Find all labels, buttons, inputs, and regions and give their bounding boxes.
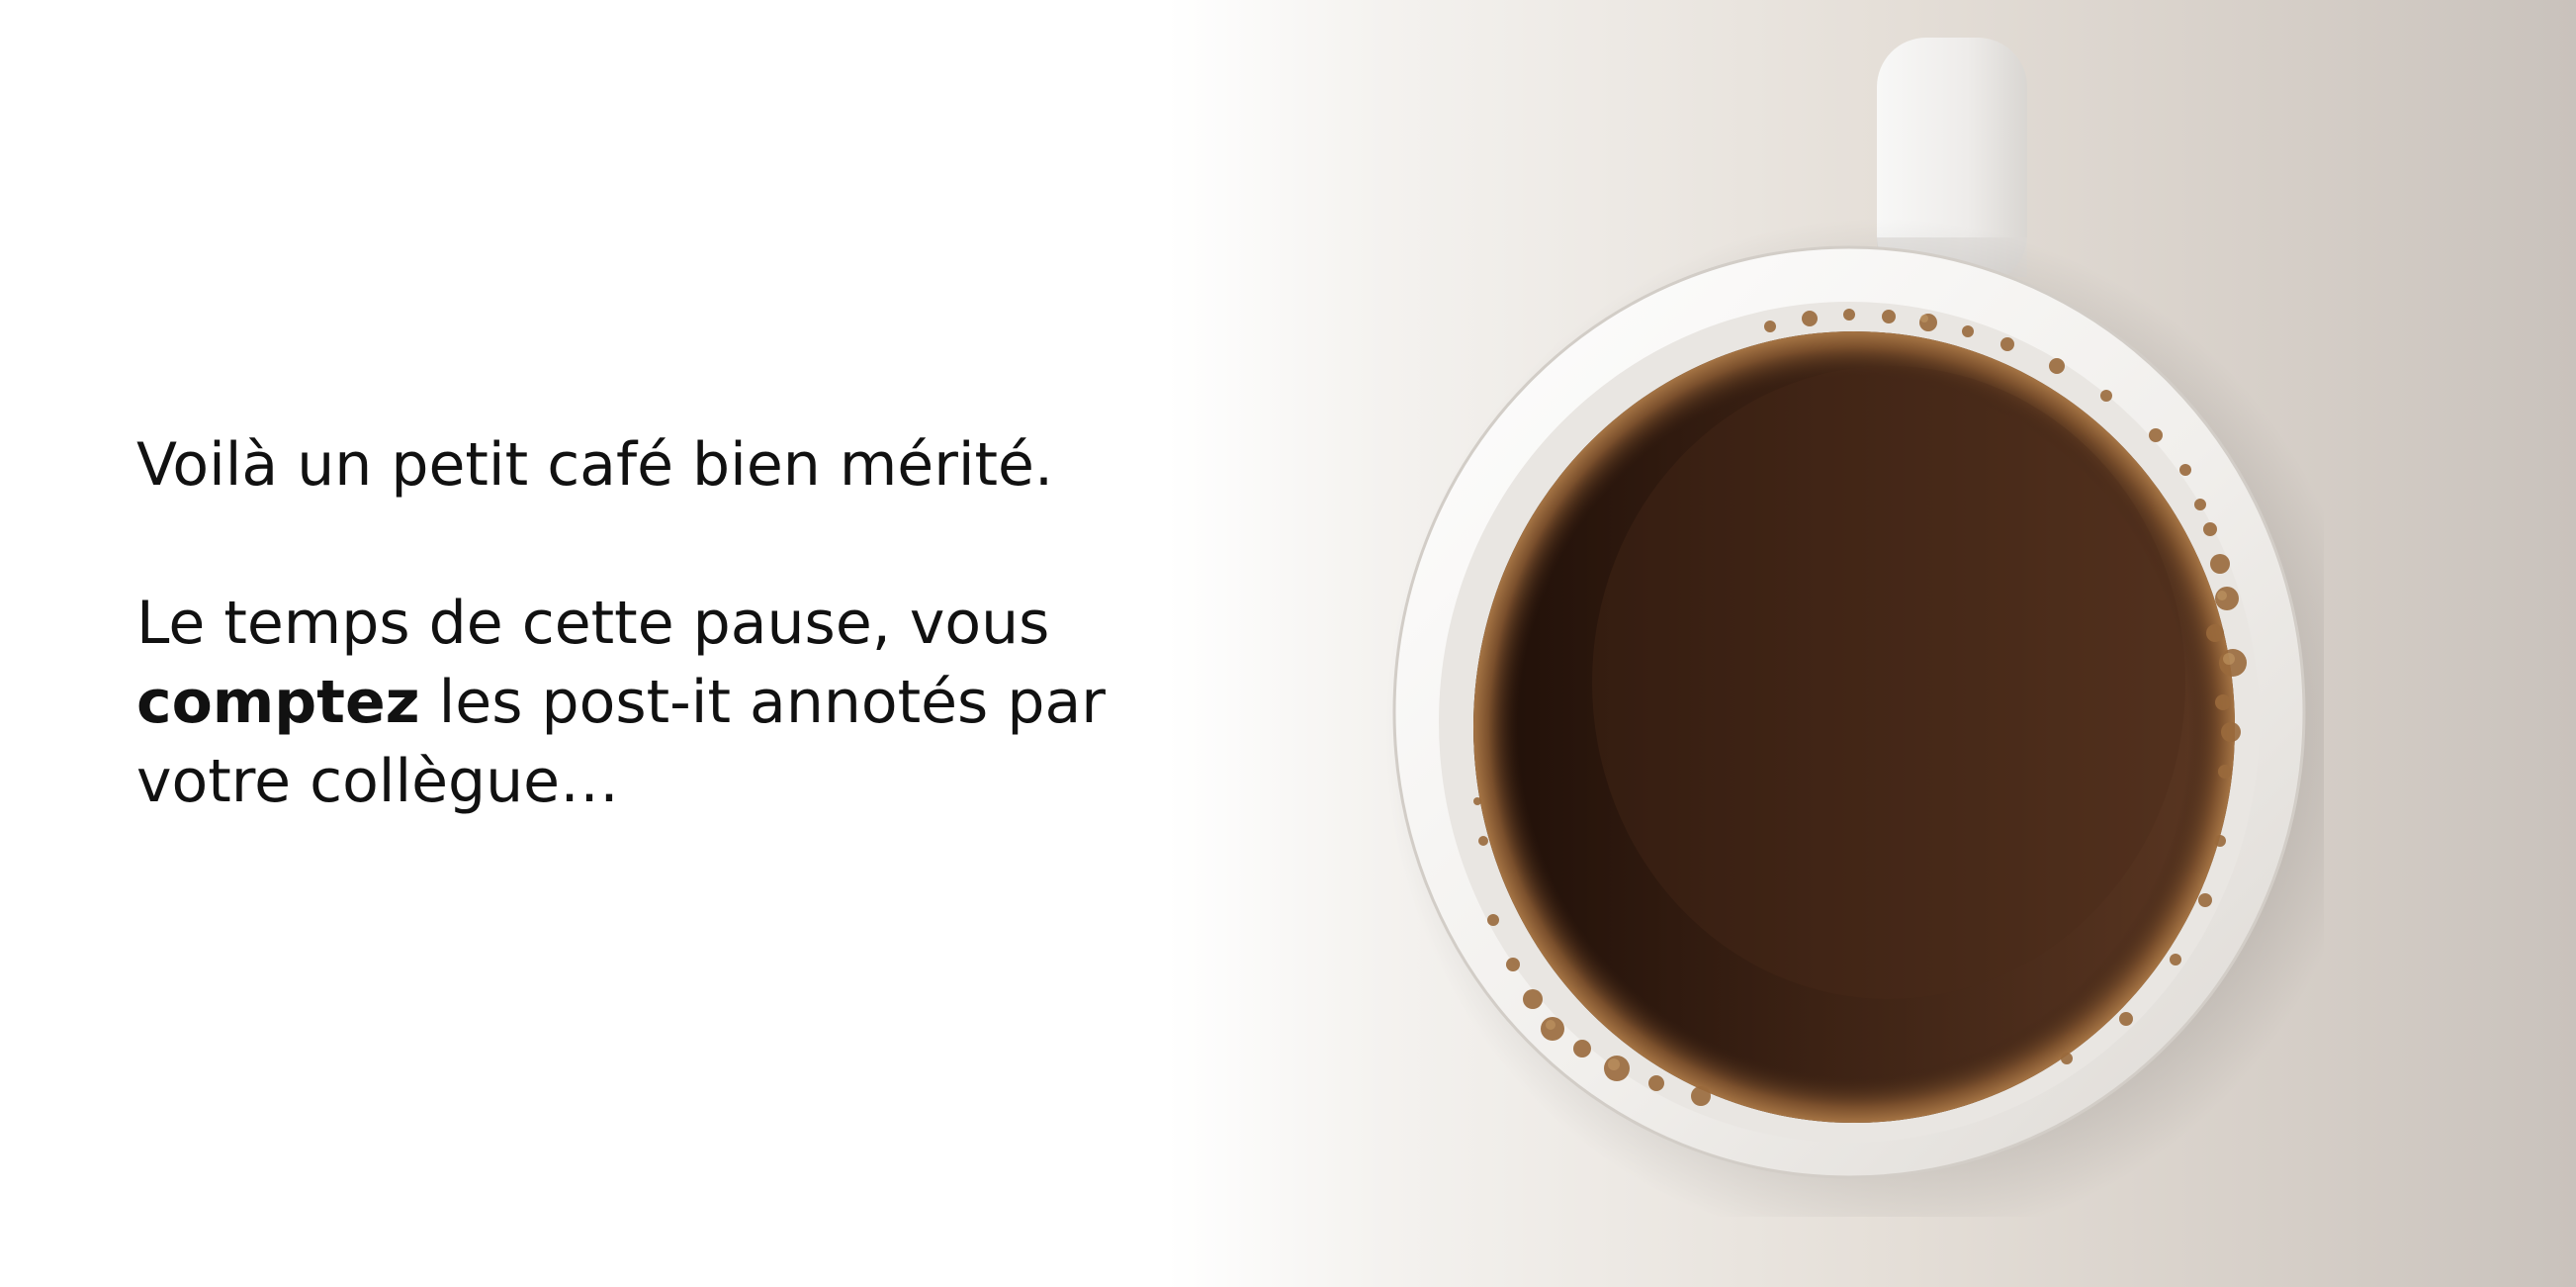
intro-line: Voilà un petit café bien mérité. [136,430,1054,500]
coffee-cup-top-view-icon [1384,38,2324,1217]
instruction-start: Le temps de cette pause, vous [136,589,1050,658]
slide: Voilà un petit café bien mérité. Le temp… [0,0,2576,1287]
instruction-paragraph: Le temps de cette pause, vous comptez le… [136,584,1145,821]
emphasized-word: comptez [136,668,420,737]
slide-text: Voilà un petit café bien mérité. Le temp… [136,425,1145,821]
